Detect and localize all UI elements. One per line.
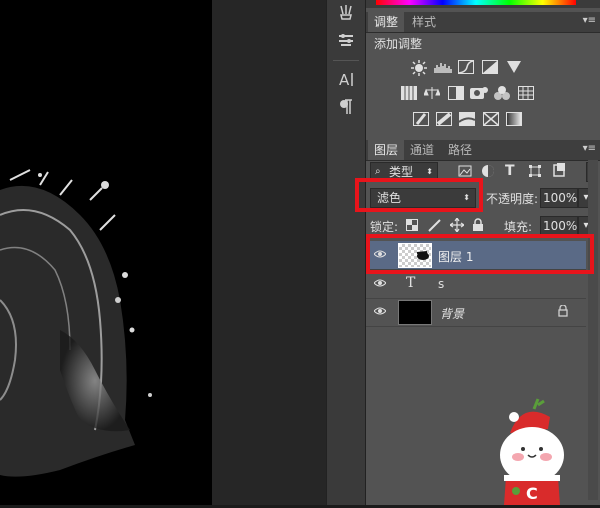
pasteboard-area xyxy=(212,0,326,505)
mascot-sticker: C xyxy=(492,395,572,505)
threshold-icon[interactable] xyxy=(458,112,476,126)
layer-name[interactable]: 背景 xyxy=(440,305,464,322)
lock-all-icon[interactable] xyxy=(472,218,484,235)
brightness-contrast-icon[interactable] xyxy=(411,60,427,76)
photo-filter-icon[interactable] xyxy=(470,86,488,100)
filter-smart-object-icon[interactable] xyxy=(552,163,566,180)
layers-panel-menu-icon[interactable]: ▾≡ xyxy=(583,143,596,154)
selective-color-icon[interactable] xyxy=(483,112,499,126)
color-balance-icon[interactable] xyxy=(423,86,441,100)
panel-menu-icon[interactable]: ▾≡ xyxy=(583,15,596,26)
adjustments-tabbar: 调整 样式 ▾≡ xyxy=(366,12,600,33)
svg-text:A: A xyxy=(339,71,350,88)
color-lookup-icon[interactable] xyxy=(518,86,534,100)
channel-mixer-icon[interactable] xyxy=(494,86,510,100)
fill-input[interactable]: 100% xyxy=(540,216,578,236)
lock-transparent-icon[interactable] xyxy=(406,219,418,234)
highlight-blend-mode xyxy=(355,178,483,212)
character-panel-icon[interactable]: A xyxy=(336,70,356,89)
layer-row-background[interactable]: 背景 xyxy=(366,298,586,327)
layers-tabbar: 图层 通道 路径 ▾≡ xyxy=(366,140,600,161)
color-panel-edge xyxy=(366,0,600,8)
panel-dock-strip: A xyxy=(326,0,366,505)
lock-position-icon[interactable] xyxy=(449,217,465,235)
tool-presets-icon[interactable] xyxy=(336,32,356,50)
paragraph-panel-icon[interactable] xyxy=(336,98,356,116)
filter-adjustment-icon[interactable] xyxy=(481,164,495,181)
svg-text:C: C xyxy=(526,484,538,503)
layer-thumbnail xyxy=(398,300,432,325)
water-splash-image xyxy=(0,169,152,477)
text-layer-icon: T xyxy=(406,275,416,291)
layer-row-text[interactable]: T s xyxy=(366,270,586,299)
tab-styles[interactable]: 样式 xyxy=(406,12,442,32)
gradient-map-icon[interactable] xyxy=(506,112,522,126)
lock-label: 锁定: xyxy=(370,220,399,234)
fill-label: 填充: xyxy=(504,220,533,234)
tab-layers[interactable]: 图层 xyxy=(368,140,405,160)
brush-presets-icon[interactable] xyxy=(336,4,356,22)
tab-paths[interactable]: 路径 xyxy=(442,140,478,160)
black-white-icon[interactable] xyxy=(448,86,464,100)
curves-icon[interactable] xyxy=(458,60,474,74)
highlight-layer-1 xyxy=(366,234,594,274)
opacity-label: 不透明度: xyxy=(486,192,539,206)
divider xyxy=(333,60,359,61)
posterize-icon[interactable] xyxy=(436,112,452,126)
add-adjustment-heading: 添加调整 xyxy=(374,37,423,51)
lock-image-icon[interactable] xyxy=(428,218,442,235)
vibrance-icon[interactable] xyxy=(506,60,522,74)
opacity-input[interactable]: 100% xyxy=(540,188,578,208)
levels-icon[interactable] xyxy=(434,60,452,74)
tab-adjustments[interactable]: 调整 xyxy=(368,12,405,32)
exposure-icon[interactable] xyxy=(482,60,498,74)
filter-type-icon[interactable]: T xyxy=(505,163,515,179)
hue-saturation-icon[interactable] xyxy=(401,86,417,100)
layers-scrollbar[interactable] xyxy=(588,160,598,500)
lock-icon xyxy=(558,304,568,320)
document-canvas[interactable] xyxy=(0,0,212,505)
invert-icon[interactable] xyxy=(413,112,429,126)
layer-name[interactable]: s xyxy=(438,277,444,291)
filter-shape-icon[interactable] xyxy=(528,164,542,181)
tab-channels[interactable]: 通道 xyxy=(404,140,440,160)
eye-visibility-icon[interactable] xyxy=(373,305,387,317)
eye-visibility-icon[interactable] xyxy=(373,277,387,289)
